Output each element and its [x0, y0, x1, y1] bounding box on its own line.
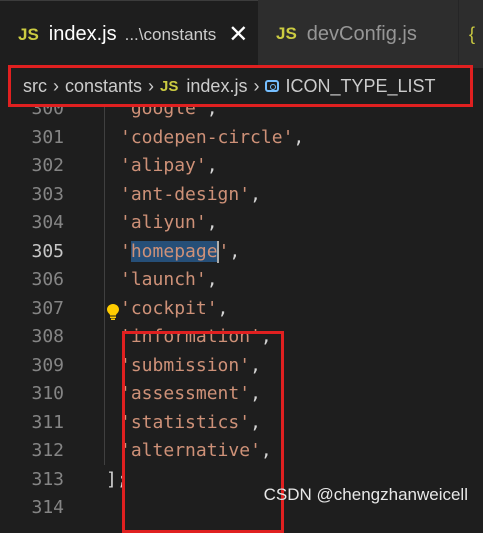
code-text: 'launch', — [120, 269, 218, 290]
code-line[interactable]: 304 'aliyun', — [0, 209, 483, 237]
code-line[interactable]: 302 'alipay', — [0, 152, 483, 180]
lightbulb-icon[interactable] — [106, 304, 120, 320]
breadcrumb: src › constants › JS index.js › ICON_TYP… — [8, 65, 473, 107]
code-line[interactable]: 303 'ant-design', — [0, 181, 483, 209]
tab-index-js[interactable]: JS index.js ...\constants ✕ — [0, 0, 258, 68]
line-number: 304 — [31, 212, 64, 233]
js-file-icon: JS — [18, 24, 39, 44]
string-value: homepage — [130, 240, 218, 262]
line-number: 312 — [31, 440, 64, 461]
editor[interactable]: 300'google', 301'codepen-circle', 302'alip… — [0, 95, 483, 533]
string-value: alipay — [130, 155, 196, 176]
symbol-variable-icon — [265, 80, 280, 92]
json-file-icon: { — [469, 23, 476, 44]
tab-path: ...\constants — [124, 24, 217, 44]
tab-title: devConfig.js — [306, 22, 417, 45]
code-text: 'codepen-circle', — [120, 126, 305, 148]
tab-json-partial[interactable]: { — [458, 0, 483, 68]
breadcrumb-item-src[interactable]: src — [23, 76, 47, 97]
code-line[interactable]: 306 'launch', — [0, 266, 483, 294]
code-text: 'alipay', — [120, 155, 218, 176]
line-number: 301 — [31, 126, 64, 148]
chevron-right-icon: › — [148, 75, 155, 96]
tab-title: index.js — [48, 23, 117, 45]
line-number: 308 — [31, 326, 64, 347]
code-text: 'homepage', — [120, 240, 241, 263]
code-line[interactable]: 301 'codepen-circle', — [0, 124, 483, 152]
line-number: 313 — [31, 468, 64, 490]
breadcrumb-item-symbol[interactable]: ICON_TYPE_LIST — [285, 76, 435, 97]
line-number: 303 — [31, 183, 64, 205]
string-value: launch — [130, 269, 196, 290]
close-icon[interactable]: ✕ — [228, 22, 248, 47]
string-value: codepen-circle — [130, 126, 283, 148]
js-file-icon: JS — [160, 77, 179, 95]
line-number: 307 — [31, 297, 64, 319]
tab-bar: JS index.js ...\constants ✕ JS devConfig… — [0, 0, 483, 68]
watermark: CSDN @chengzhanweicell — [263, 485, 468, 504]
tab-devconfig-js[interactable]: JS devConfig.js — [258, 0, 458, 68]
chevron-right-icon: › — [253, 75, 260, 96]
line-number: 314 — [31, 497, 64, 518]
breadcrumb-item-file[interactable]: index.js — [186, 76, 247, 97]
code-text: 'cockpit', — [120, 297, 229, 319]
string-value: aliyun — [130, 212, 196, 233]
line-number: 302 — [31, 155, 64, 176]
annotation-box — [122, 331, 284, 533]
chevron-right-icon: › — [53, 75, 59, 96]
code-line[interactable]: 305 'homepage', — [0, 238, 483, 266]
string-value: ant-design — [130, 183, 240, 205]
line-number: 305 — [31, 240, 64, 262]
line-number: 311 — [31, 411, 64, 433]
code-text: 'ant-design', — [120, 183, 261, 205]
code-line[interactable]: 307 'cockpit', — [0, 295, 483, 323]
string-value: cockpit — [130, 297, 207, 319]
line-number: 310 — [31, 383, 64, 404]
js-file-icon: JS — [276, 24, 297, 43]
breadcrumb-item-constants[interactable]: constants — [65, 76, 142, 97]
line-number: 306 — [31, 269, 64, 290]
line-number: 309 — [31, 354, 64, 376]
code-text: 'aliyun', — [120, 212, 218, 233]
